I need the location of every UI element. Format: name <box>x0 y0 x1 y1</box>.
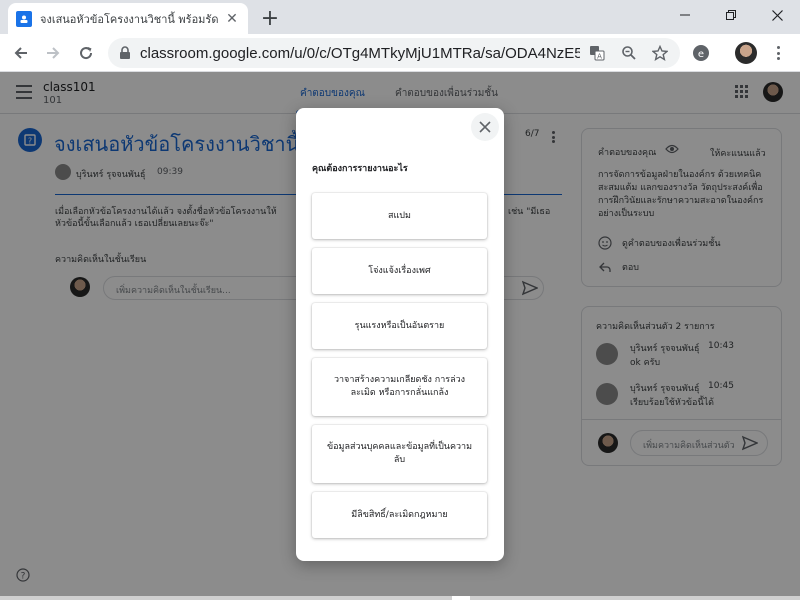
tab-close-icon[interactable]: ✕ <box>224 11 240 27</box>
bookmark-star-icon[interactable] <box>651 44 669 62</box>
reload-button[interactable] <box>72 39 100 67</box>
forward-arrow-icon <box>47 47 60 59</box>
window-restore-button[interactable] <box>708 0 754 30</box>
address-bar[interactable]: classroom.google.com/u/0/c/OTg4MTkyMjU1M… <box>108 38 680 68</box>
classroom-favicon-icon <box>16 10 32 27</box>
close-icon <box>479 121 491 133</box>
extension-icon[interactable]: e <box>691 43 711 63</box>
forward-button[interactable] <box>39 39 67 67</box>
back-arrow-icon <box>14 47 27 59</box>
reload-icon <box>80 47 93 60</box>
report-option-copyright[interactable]: มีลิขสิทธิ์/ละเมิดกฎหมาย <box>312 492 487 538</box>
zoom-icon[interactable] <box>620 44 638 62</box>
scrollbar-thumb[interactable] <box>452 596 470 600</box>
back-button[interactable] <box>7 39 35 67</box>
svg-text:e: e <box>698 49 704 60</box>
report-option-private-info[interactable]: ข้อมูลส่วนบุคคลและข้อมูลที่เป็นความลับ <box>312 425 487 483</box>
dialog-close-button[interactable] <box>471 113 499 141</box>
address-url: classroom.google.com/u/0/c/OTg4MTkyMjU1M… <box>140 44 580 62</box>
lock-icon <box>120 46 130 59</box>
browser-menu-icon[interactable] <box>770 43 786 63</box>
horizontal-scrollbar[interactable] <box>0 596 800 600</box>
report-dialog-title: คุณต้องการรายงานอะไร <box>312 164 408 174</box>
report-option-spam[interactable]: สแปม <box>312 193 487 239</box>
svg-text:A: A <box>597 53 602 61</box>
browser-toolbar: classroom.google.com/u/0/c/OTg4MTkyMjU1M… <box>0 34 800 72</box>
browser-tabstrip: จงเสนอหัวข้อโครงงานวิชานี้ พร้อมรัดกุม ✕… <box>0 0 800 34</box>
window-close-button[interactable] <box>754 0 800 30</box>
report-dialog: คุณต้องการรายงานอะไร สแปม โจ่งแจ้งเรื่อง… <box>296 108 504 561</box>
browser-profile-avatar[interactable] <box>735 42 757 64</box>
window-minimize-button[interactable] <box>662 0 708 30</box>
translate-icon[interactable]: A <box>588 44 606 62</box>
browser-tab[interactable]: จงเสนอหัวข้อโครงงานวิชานี้ พร้อมรัดกุม ✕ <box>8 3 248 34</box>
new-tab-button[interactable]: + <box>258 6 282 31</box>
tab-title: จงเสนอหัวข้อโครงงานวิชานี้ พร้อมรัดกุม <box>40 12 218 26</box>
report-option-sexual[interactable]: โจ่งแจ้งเรื่องเพศ <box>312 248 487 294</box>
report-option-harassment[interactable]: วาจาสร้างความเกลียดชัง การล่วงละเมิด หรื… <box>312 358 487 416</box>
report-option-violent[interactable]: รุนแรงหรือเป็นอันตราย <box>312 303 487 349</box>
